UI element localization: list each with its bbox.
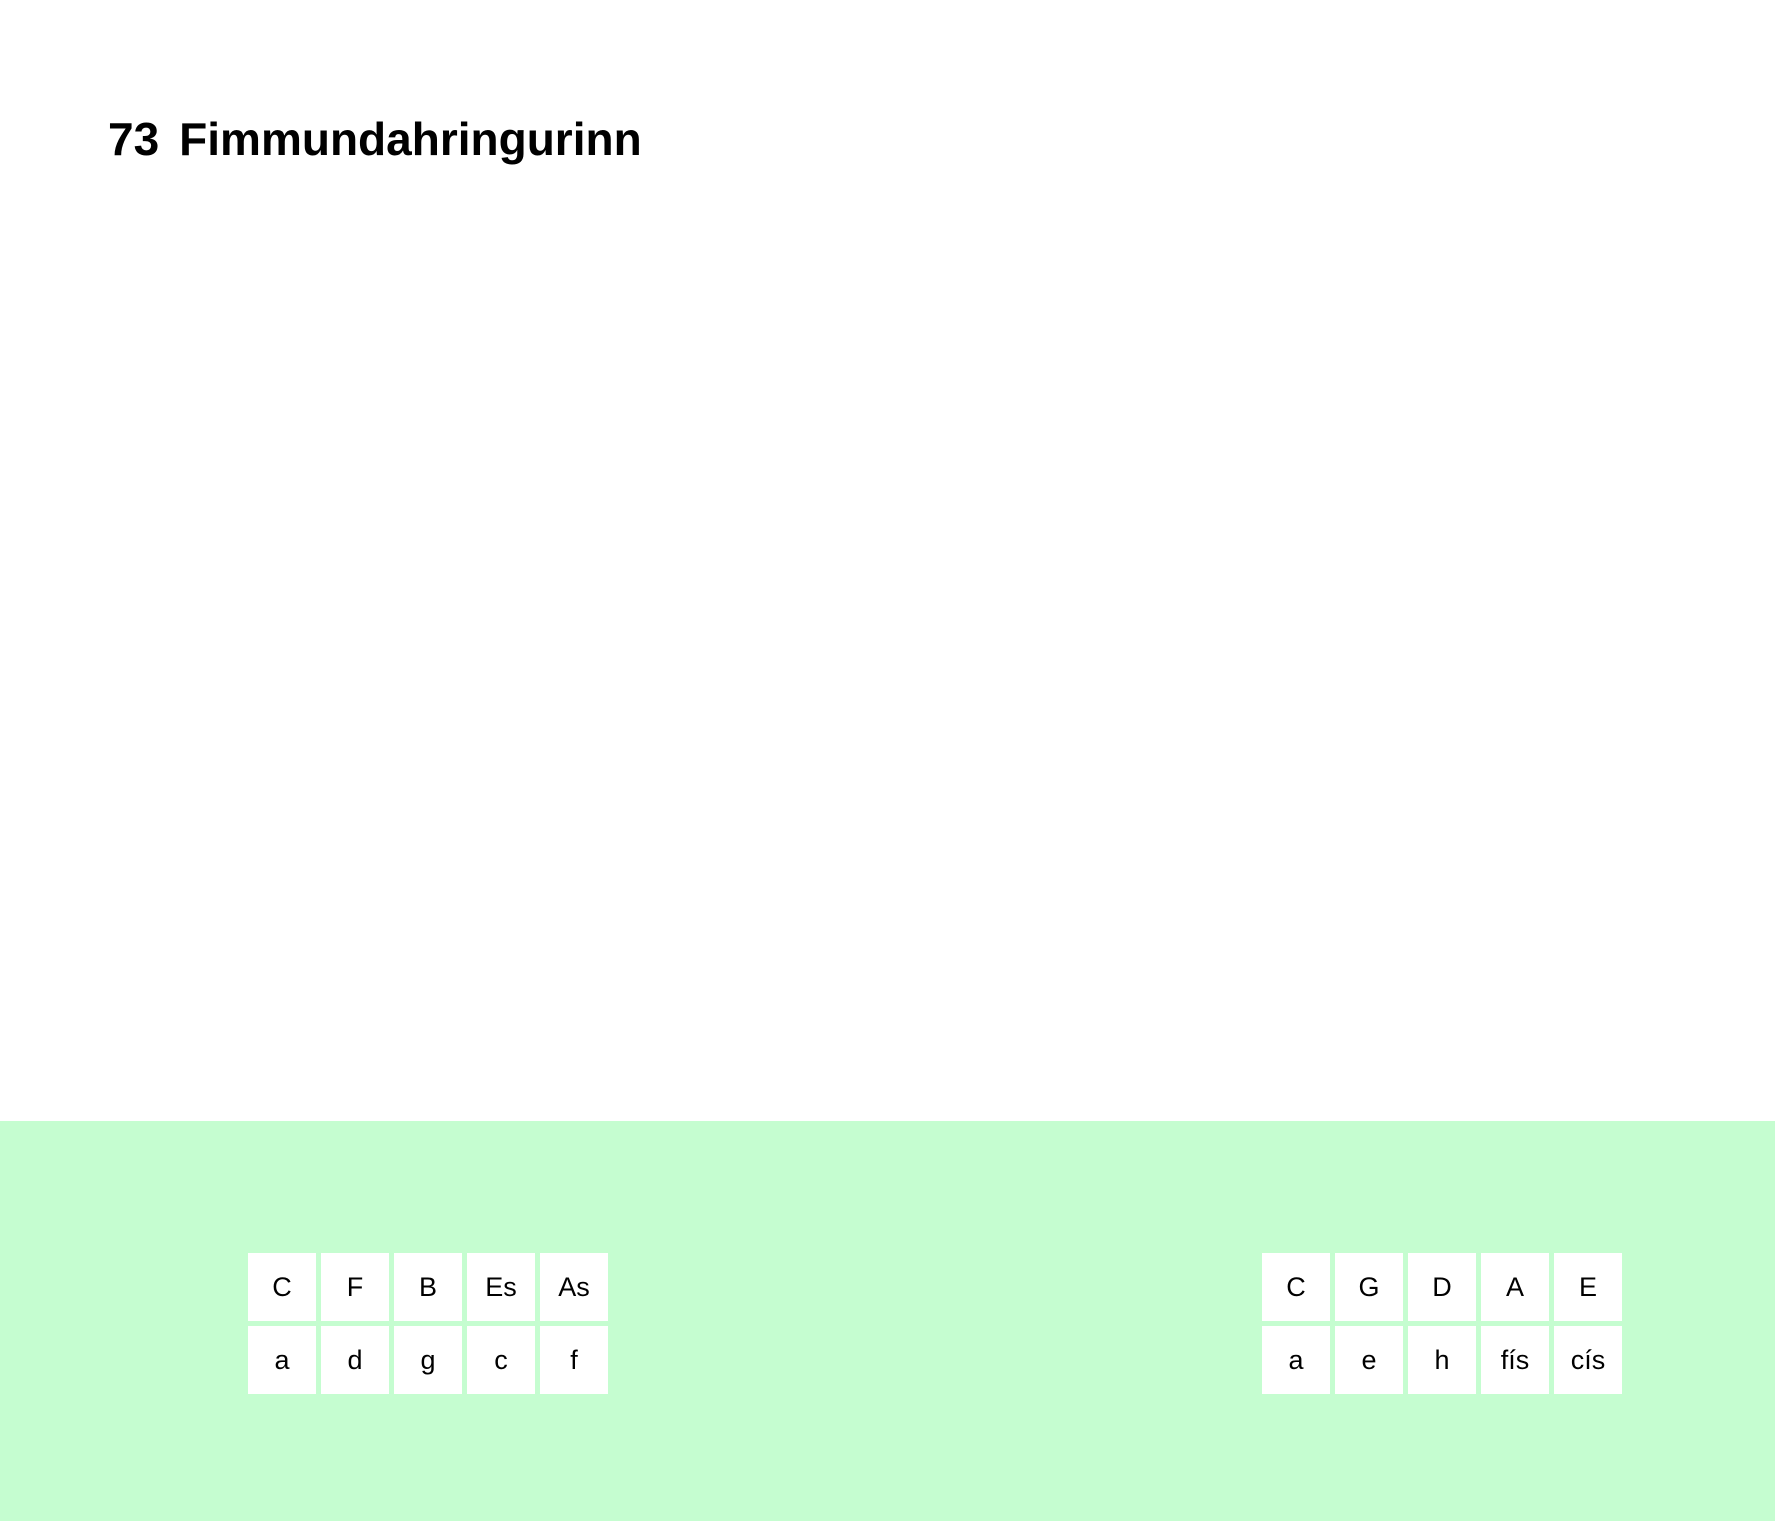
minor-key-cell: a	[1262, 1326, 1330, 1394]
minor-key-cell: e	[1335, 1326, 1403, 1394]
flat-keys-grid: C F B Es As a d g c f	[248, 1253, 608, 1394]
major-key-cell: D	[1408, 1253, 1476, 1321]
minor-key-cell: h	[1408, 1326, 1476, 1394]
major-key-cell: F	[321, 1253, 389, 1321]
minor-key-cell: d	[321, 1326, 389, 1394]
major-key-cell: C	[1262, 1253, 1330, 1321]
major-key-cell: As	[540, 1253, 608, 1321]
major-key-cell: Es	[467, 1253, 535, 1321]
minor-key-cell: a	[248, 1326, 316, 1394]
minor-key-cell: f	[540, 1326, 608, 1394]
minor-key-cell: c	[467, 1326, 535, 1394]
major-key-cell: B	[394, 1253, 462, 1321]
page-number: 73	[108, 113, 160, 165]
sharp-keys-grid: C G D A E a e h fís cís	[1262, 1253, 1622, 1394]
page-title: Fimmundahringurinn	[179, 113, 642, 165]
major-key-cell: C	[248, 1253, 316, 1321]
major-key-cell: A	[1481, 1253, 1549, 1321]
minor-key-cell: cís	[1554, 1326, 1622, 1394]
minor-key-cell: g	[394, 1326, 462, 1394]
major-key-cell: E	[1554, 1253, 1622, 1321]
minor-key-cell: fís	[1481, 1326, 1549, 1394]
major-key-cell: G	[1335, 1253, 1403, 1321]
page-heading: 73 Fimmundahringurinn	[108, 108, 642, 170]
